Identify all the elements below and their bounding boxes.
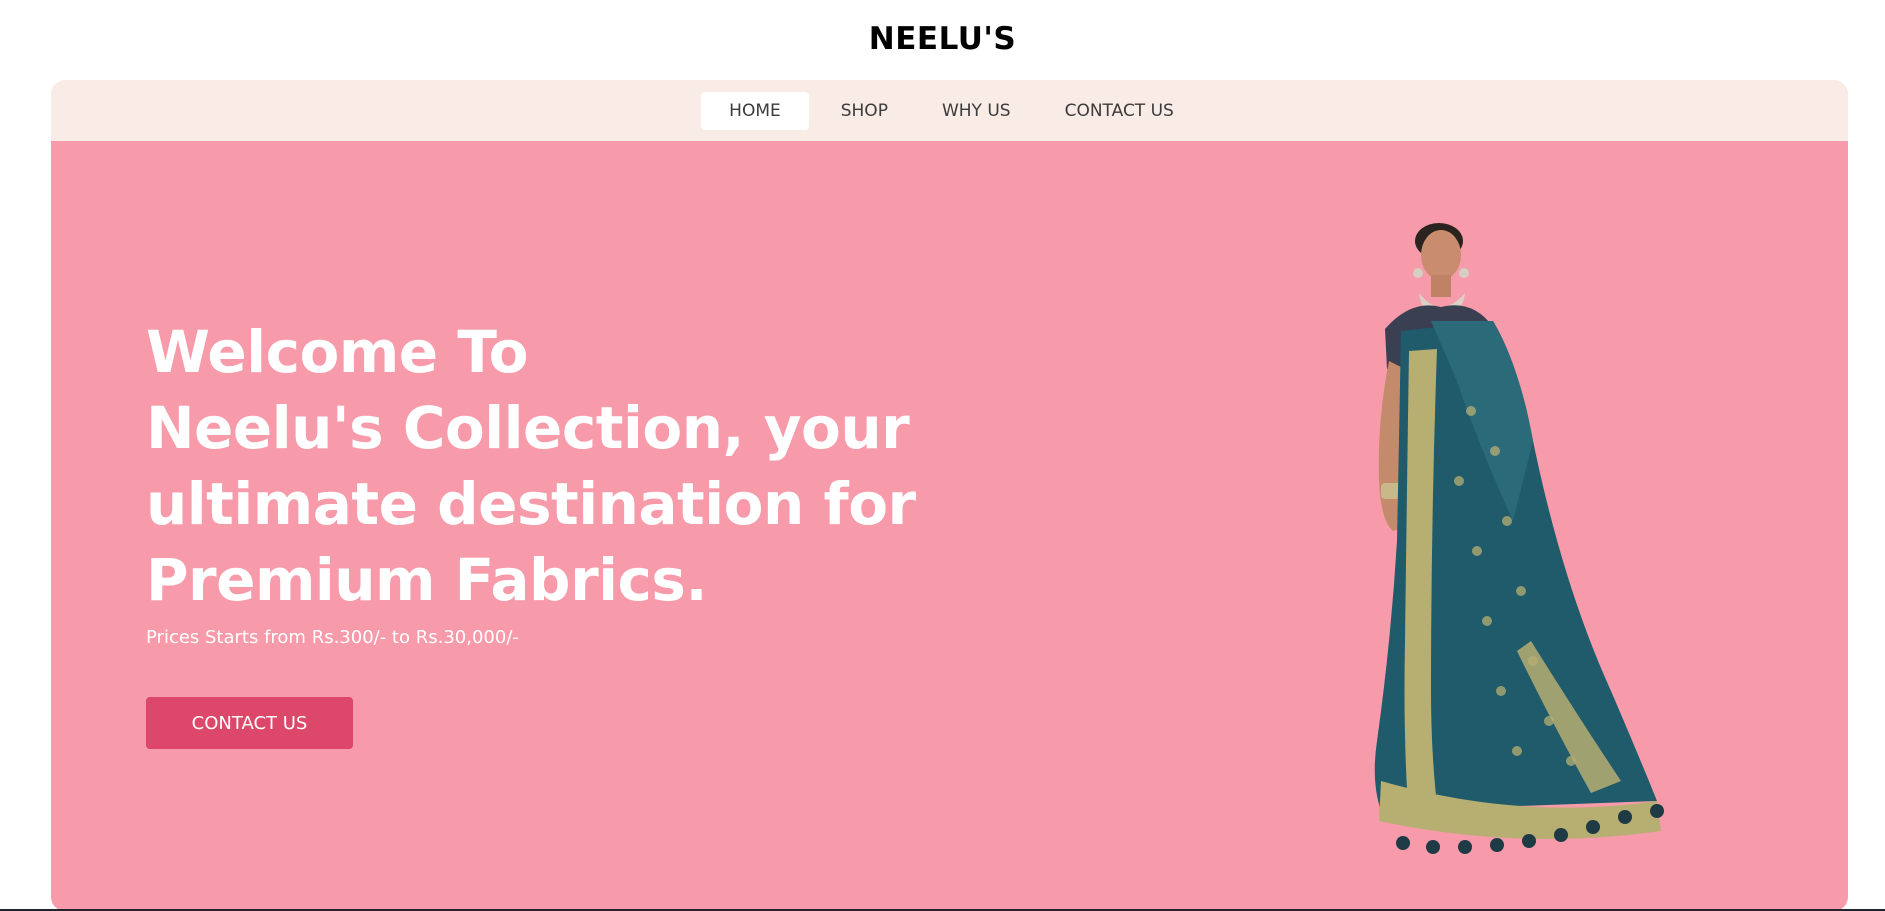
contact-us-button[interactable]: CONTACT US xyxy=(146,697,353,749)
hero-heading-line: Premium Fabrics. xyxy=(146,546,707,614)
hero-heading-line: Neelu's Collection, your xyxy=(146,394,910,462)
hero-heading: Welcome To Neelu's Collection, your ulti… xyxy=(146,314,966,618)
main-nav: HOME SHOP WHY US CONTACT US xyxy=(51,80,1848,141)
nav-item-shop[interactable]: SHOP xyxy=(817,92,912,130)
hero-heading-line: ultimate destination for xyxy=(146,470,916,538)
model-in-saree-image xyxy=(1281,221,1751,871)
nav-item-home[interactable]: HOME xyxy=(701,91,809,130)
nav-item-why-us[interactable]: WHY US xyxy=(918,92,1035,130)
brand-header: NEELU'S xyxy=(0,0,1885,80)
hero-heading-line: Welcome To xyxy=(146,318,529,386)
site-frame: HOME SHOP WHY US CONTACT US Welcome To N… xyxy=(51,80,1848,911)
brand-title[interactable]: NEELU'S xyxy=(869,21,1016,57)
hero-section: Welcome To Neelu's Collection, your ulti… xyxy=(51,141,1848,911)
nav-item-contact-us[interactable]: CONTACT US xyxy=(1041,92,1198,130)
price-range-text: Prices Starts from Rs.300/- to Rs.30,000… xyxy=(146,627,519,648)
